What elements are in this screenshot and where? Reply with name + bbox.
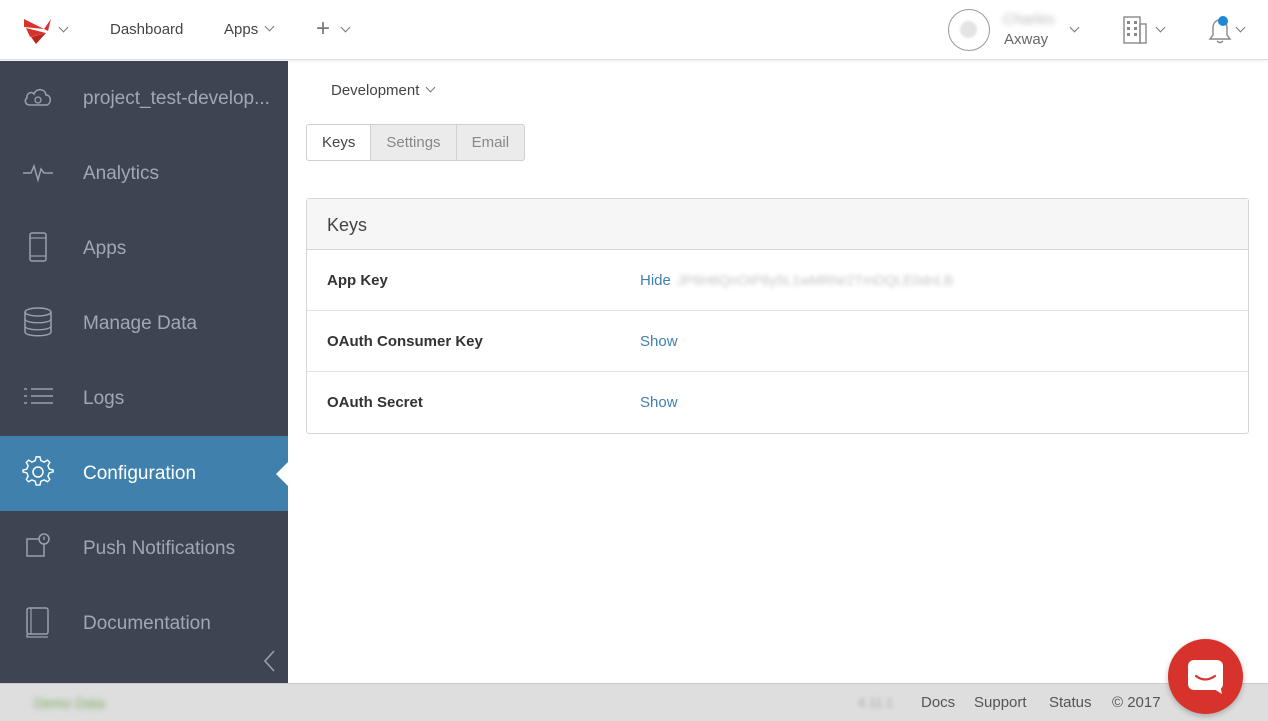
sidebar-item-analytics[interactable]: Analytics (0, 136, 288, 211)
database-icon (24, 307, 52, 337)
top-bar: Dashboard Apps + Charles Axway (0, 0, 1268, 60)
sidebar-item-label: Configuration (83, 463, 197, 484)
key-row-app-key: App Key Hide JP6H6QnOIP6y5L1wMRNr2TmDQLE… (307, 250, 1248, 311)
active-indicator (276, 462, 288, 486)
key-name: OAuth Consumer Key (327, 333, 483, 350)
key-name: App Key (327, 272, 388, 289)
avatar[interactable] (948, 9, 990, 51)
sidebar-item-label: Apps (83, 238, 127, 259)
sidebar-item-label: project_test-develop... (83, 88, 270, 109)
bell-chevron-down-icon[interactable] (1235, 22, 1246, 33)
sidebar-item-project[interactable]: project_test-develop... (0, 61, 288, 136)
sidebar-item-documentation[interactable]: Documentation (0, 586, 288, 661)
cloud-icon (24, 88, 51, 106)
nav-apps-menu[interactable]: Apps (224, 21, 275, 38)
tab-settings[interactable]: Settings (371, 124, 457, 161)
environment-label: Development (331, 82, 420, 99)
push-icon (26, 533, 50, 557)
environment-select[interactable]: Development (331, 82, 436, 99)
footer-status-link[interactable]: Status (1049, 694, 1092, 711)
key-name: OAuth Secret (327, 394, 423, 411)
footer-docs-link[interactable]: Docs (921, 694, 955, 711)
config-tabs: Keys Settings Email (306, 124, 526, 161)
list-icon (24, 388, 53, 404)
hide-key-link[interactable]: Hide (640, 272, 671, 289)
logo-chevron-down-icon[interactable] (58, 22, 69, 33)
plus-chevron-down-icon[interactable] (340, 22, 351, 33)
footer-copyright: © 2017 (1112, 694, 1161, 711)
sidebar-item-configuration[interactable]: Configuration (0, 436, 288, 511)
chat-button[interactable] (1168, 639, 1243, 714)
pulse-icon (23, 163, 53, 183)
chevron-down-icon (425, 82, 436, 93)
chat-icon (1188, 660, 1223, 694)
phone-icon (29, 232, 47, 262)
plus-icon[interactable]: + (316, 17, 330, 41)
sidebar-item-label: Push Notifications (83, 538, 236, 559)
chevron-down-icon (264, 21, 275, 32)
show-key-link[interactable]: Show (640, 394, 678, 411)
sidebar-item-label: Documentation (83, 613, 211, 634)
user-name[interactable]: Charles (1003, 11, 1055, 28)
sidebar-item-push-notifications[interactable]: Push Notifications (0, 511, 288, 586)
user-chevron-down-icon[interactable] (1069, 22, 1080, 33)
footer-support-link[interactable]: Support (974, 694, 1027, 711)
sidebar-item-label: Manage Data (83, 313, 198, 334)
nav-dashboard-link[interactable]: Dashboard (110, 21, 183, 38)
building-icon[interactable] (1122, 14, 1148, 44)
axway-logo-icon[interactable] (22, 15, 52, 45)
footer-demo-label: Demo Data (34, 695, 105, 711)
key-row-oauth-secret: OAuth Secret Show (307, 372, 1248, 433)
key-row-oauth-consumer-key: OAuth Consumer Key Show (307, 311, 1248, 372)
sidebar-item-label: Logs (83, 388, 125, 409)
panel-title: Keys (307, 199, 1248, 250)
user-org[interactable]: Axway (1004, 31, 1048, 48)
avatar-image (960, 21, 977, 38)
notification-dot (1218, 16, 1228, 26)
org-chevron-down-icon[interactable] (1155, 22, 1166, 33)
nav-apps-label: Apps (224, 21, 259, 38)
collapse-sidebar-icon[interactable] (262, 649, 278, 673)
show-key-link[interactable]: Show (640, 333, 678, 350)
tab-keys[interactable]: Keys (306, 124, 372, 161)
footer-version: 4.11.1 (858, 695, 894, 710)
app-key-value: JP6H6QnOIP6y5L1wMRNr2TmDQLE0dnLB (677, 272, 954, 288)
footer: Demo Data 4.11.1 Docs Support Status © 2… (0, 683, 1268, 721)
sidebar-item-manage-data[interactable]: Manage Data (0, 286, 288, 361)
sidebar-item-logs[interactable]: Logs (0, 361, 288, 436)
gear-icon (22, 456, 54, 486)
sidebar-item-label: Analytics (83, 163, 160, 184)
sidebar: project_test-develop... Analytics Apps M… (0, 61, 288, 683)
keys-panel: Keys App Key Hide JP6H6QnOIP6y5L1wMRNr2T… (306, 198, 1249, 434)
tab-email[interactable]: Email (456, 124, 526, 161)
sidebar-item-apps[interactable]: Apps (0, 211, 288, 286)
book-icon (26, 607, 49, 638)
